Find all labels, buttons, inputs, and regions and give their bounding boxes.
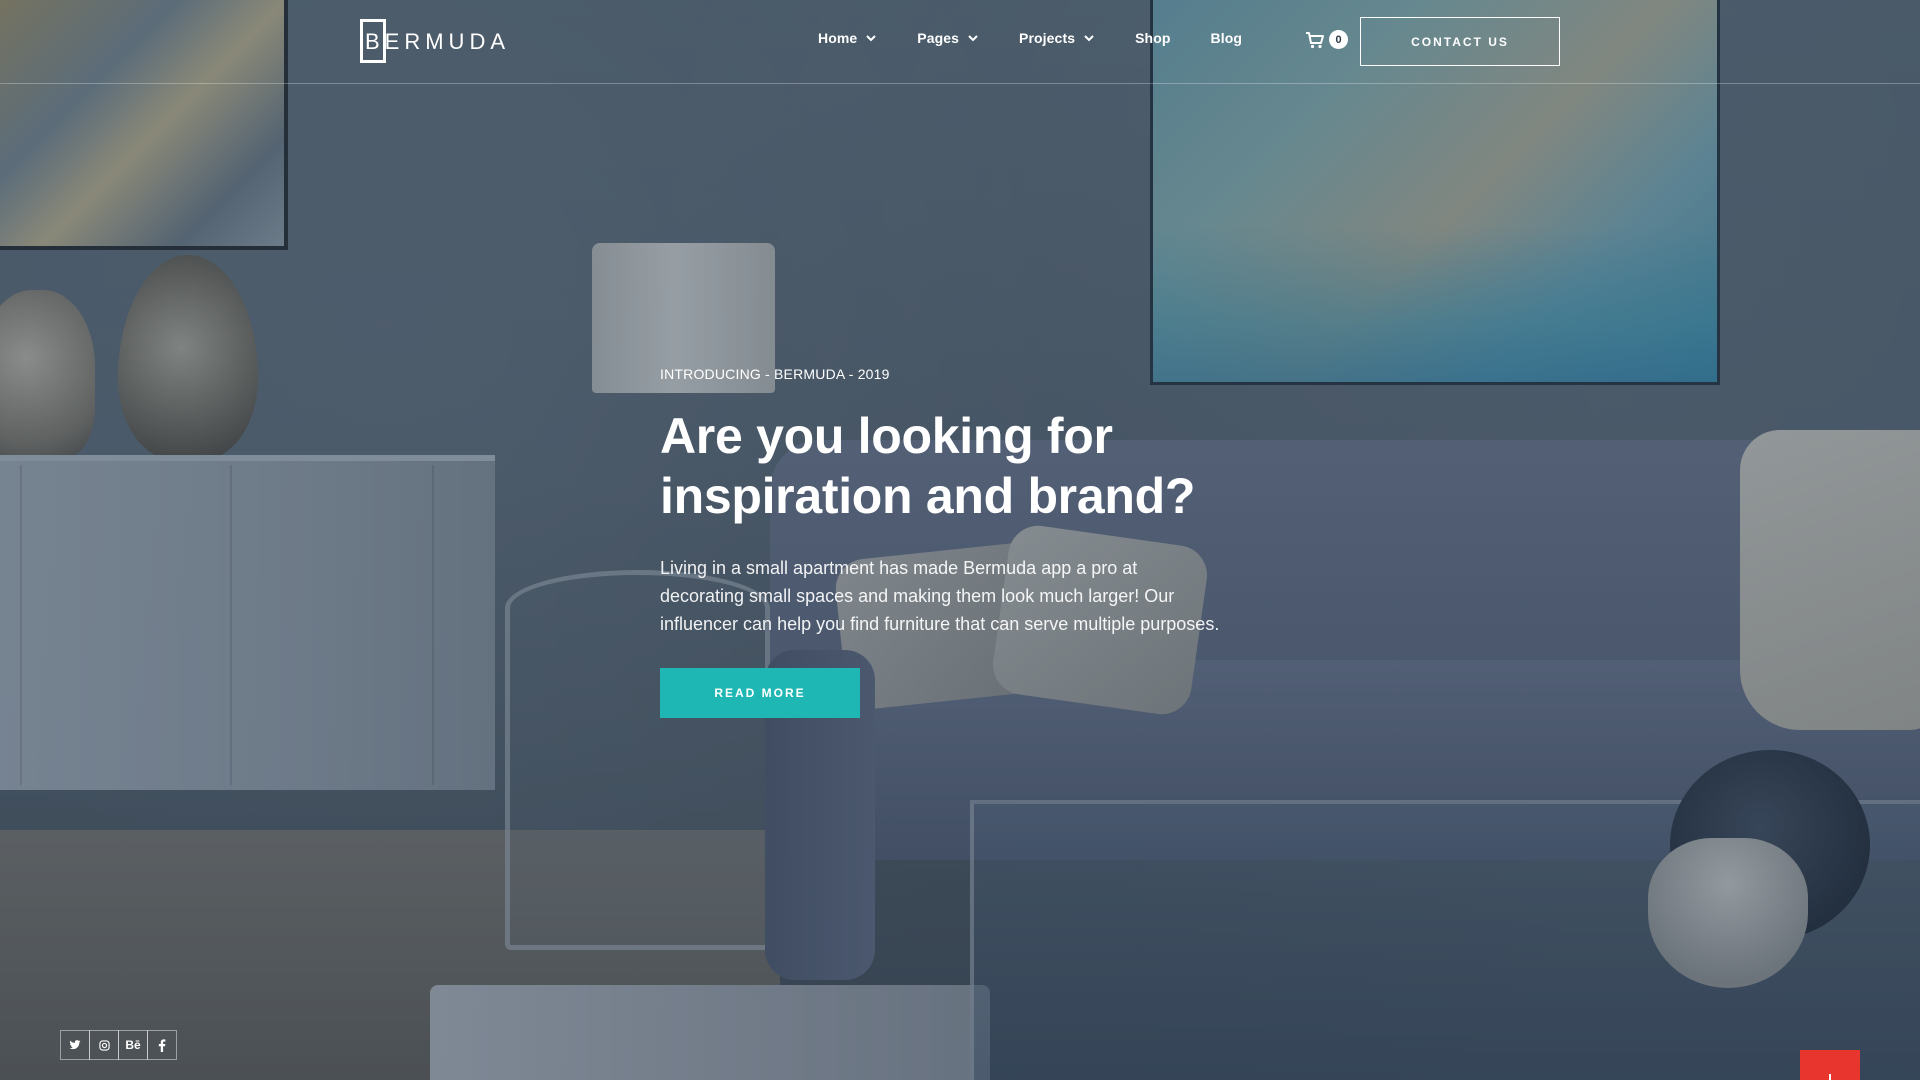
twitter-link[interactable] bbox=[60, 1030, 90, 1060]
social-links: Bē bbox=[60, 1030, 177, 1060]
chevron-down-icon bbox=[866, 35, 877, 42]
instagram-link[interactable] bbox=[89, 1030, 119, 1060]
logo-text: BERMUDA bbox=[365, 29, 511, 54]
behance-icon: Bē bbox=[125, 1038, 141, 1052]
facebook-link[interactable] bbox=[147, 1030, 177, 1060]
read-more-button[interactable]: READ MORE bbox=[660, 668, 860, 718]
nav-item-label: Shop bbox=[1135, 30, 1171, 46]
cart-button[interactable]: 0 bbox=[1305, 30, 1348, 49]
hero-content: INTRODUCING - BERMUDA - 2019 Are you loo… bbox=[660, 366, 1220, 718]
nav-item-label: Pages bbox=[917, 30, 960, 46]
instagram-icon bbox=[98, 1039, 110, 1051]
brand-logo[interactable]: BERMUDA bbox=[360, 19, 510, 65]
contact-us-button[interactable]: CONTACT US bbox=[1360, 17, 1560, 66]
site-header: BERMUDA Home Pages Projects Shop Blog 0 … bbox=[0, 0, 1920, 84]
hero-headline: Are you looking for inspiration and bran… bbox=[660, 408, 1196, 524]
hero-description: Living in a small apartment has made Ber… bbox=[660, 558, 1220, 634]
nav-item-blog[interactable]: Blog bbox=[1211, 30, 1243, 46]
hero-eyebrow: INTRODUCING - BERMUDA - 2019 bbox=[660, 366, 890, 382]
chevron-down-icon bbox=[968, 35, 978, 42]
facebook-icon bbox=[158, 1038, 166, 1052]
chevron-down-icon bbox=[1084, 35, 1094, 42]
nav-item-label: Projects bbox=[1019, 30, 1076, 46]
nav-item-label: Home bbox=[818, 30, 858, 46]
cart-count-badge: 0 bbox=[1329, 30, 1348, 49]
nav-item-shop[interactable]: Shop bbox=[1135, 30, 1170, 46]
twitter-icon bbox=[69, 1040, 81, 1050]
main-nav: Home Pages Projects Shop Blog bbox=[818, 30, 1282, 46]
shopping-cart-icon bbox=[1306, 31, 1324, 48]
nav-item-pages[interactable]: Pages bbox=[917, 30, 979, 46]
nav-item-home[interactable]: Home bbox=[818, 30, 877, 46]
nav-item-label: Blog bbox=[1210, 30, 1243, 46]
behance-link[interactable]: Bē bbox=[118, 1030, 148, 1060]
arrow-up-icon bbox=[1829, 1074, 1831, 1080]
back-to-top-button[interactable] bbox=[1800, 1050, 1860, 1080]
nav-item-projects[interactable]: Projects bbox=[1019, 30, 1095, 46]
